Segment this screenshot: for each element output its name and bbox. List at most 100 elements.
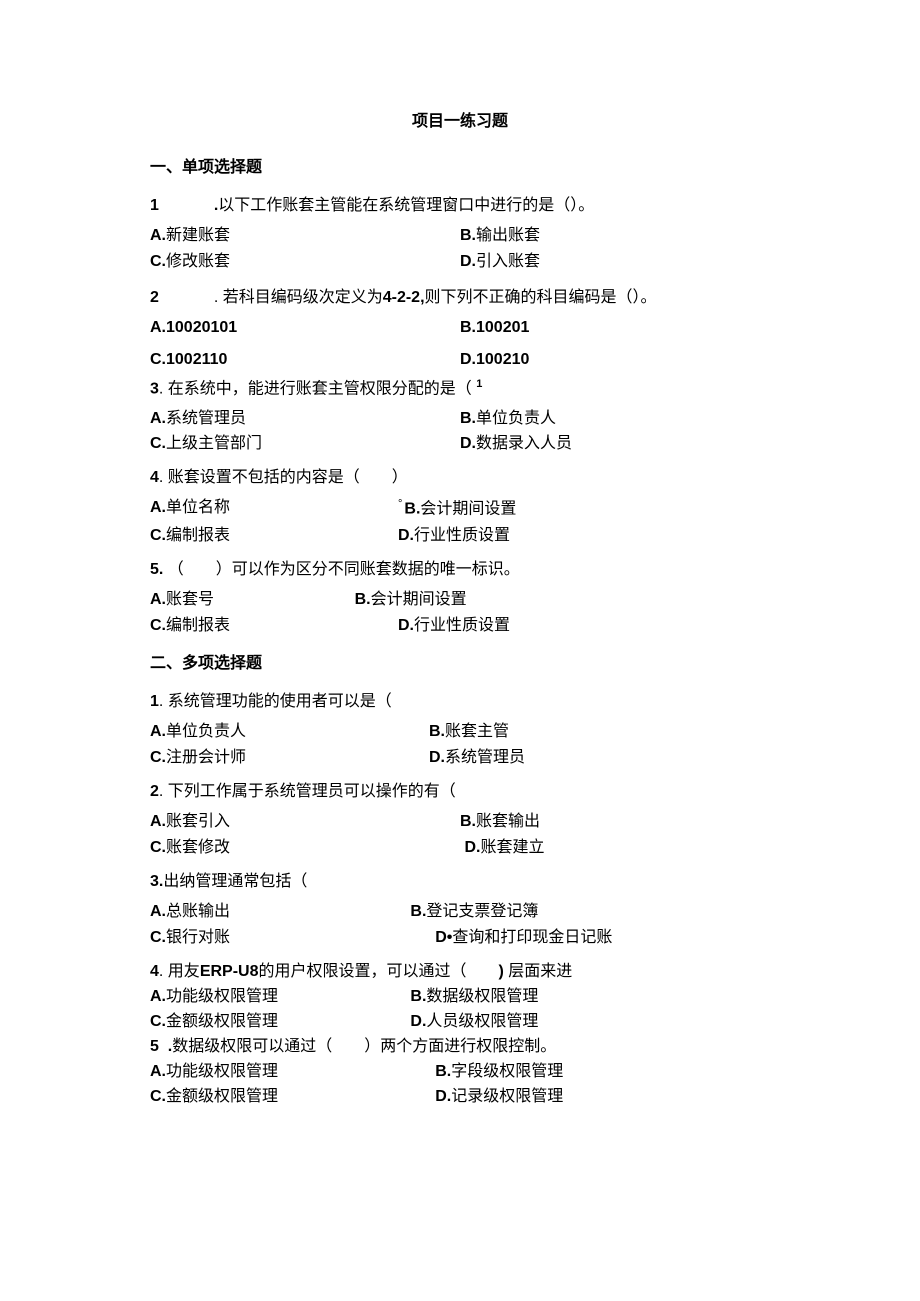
opt-letter: D. bbox=[435, 1088, 451, 1105]
option-b: B.100201 bbox=[460, 316, 770, 340]
opt-text: 银行对账 bbox=[166, 929, 230, 946]
option-row: C.银行对账 D•查询和打印现金日记账 bbox=[150, 926, 770, 950]
s2-q3-text: 3.出纳管理通常包括（ bbox=[150, 870, 770, 894]
option-row: A.系统管理员 B.单位负责人 bbox=[150, 407, 770, 431]
opt-letter: A. bbox=[150, 723, 166, 740]
option-a: A.新建账套 bbox=[150, 224, 460, 248]
opt-text: 引入账套 bbox=[476, 253, 540, 270]
opt-letter: B. bbox=[404, 501, 420, 518]
page: 项目一练习题 一、单项选择题 1 .以下工作账套主管能在系统管理窗口中进行的是（… bbox=[0, 0, 920, 1301]
opt-text: 字段级权限管理 bbox=[451, 1063, 563, 1080]
opt-text: 账套修改 bbox=[166, 839, 230, 856]
page-title: 项目一练习题 bbox=[150, 110, 770, 134]
s2-q4-text: 4. 用友ERP-U8的用户权限设置，可以通过（ ) 层面来进 bbox=[150, 960, 770, 984]
q-body: . 系统管理功能的使用者可以是（ bbox=[159, 693, 392, 710]
opt-text: 金额级权限管理 bbox=[166, 1013, 278, 1030]
q-number: 2 bbox=[150, 783, 159, 800]
opt-letter: D. bbox=[398, 617, 414, 634]
q-body-a: . 用友 bbox=[159, 963, 200, 980]
option-a: A.单位负责人 bbox=[150, 720, 429, 744]
opt-letter: C. bbox=[150, 435, 166, 452]
erp-code: ERP-U8 bbox=[200, 963, 259, 980]
option-d: D.行业性质设置 bbox=[398, 524, 770, 548]
q-body: （ ）可以作为区分不同账套数据的唯一标识。 bbox=[168, 561, 520, 578]
opt-text: 上级主管部门 bbox=[166, 435, 262, 452]
opt-text: 账套建立 bbox=[480, 839, 544, 856]
option-row: A.单位负责人 B.账套主管 bbox=[150, 720, 770, 744]
q-number: 3 bbox=[150, 380, 159, 397]
q-number: 5. bbox=[150, 561, 163, 578]
opt-letter: A. bbox=[150, 227, 166, 244]
option-c: C.账套修改 bbox=[150, 836, 460, 860]
opt-letter: D• bbox=[435, 929, 452, 946]
q-body: . 账套设置不包括的内容是（ ） bbox=[159, 469, 408, 486]
option-b: B.账套主管 bbox=[429, 720, 770, 744]
option-a: A.系统管理员 bbox=[150, 407, 460, 431]
option-row: C.编制报表 D.行业性质设置 bbox=[150, 524, 770, 548]
q-body: 以下工作账套主管能在系统管理窗口中进行的是（）。 bbox=[218, 197, 594, 214]
opt-letter: D. bbox=[398, 527, 414, 544]
s1-q1-text: 1 .以下工作账套主管能在系统管理窗口中进行的是（）。 bbox=[150, 194, 770, 218]
option-a: A.总账输出 bbox=[150, 900, 410, 924]
option-a: A.功能级权限管理 bbox=[150, 985, 410, 1009]
opt-text: 查询和打印现金日记账 bbox=[452, 929, 612, 946]
option-b: B.会计期间设置 bbox=[355, 588, 770, 612]
opt-text: 账套输出 bbox=[476, 813, 540, 830]
q-body-a: . 若科目编码级次定义为 bbox=[214, 289, 383, 306]
option-row: C.修改账套 D.引入账套 bbox=[150, 250, 770, 274]
option-d: D.100210 bbox=[460, 348, 770, 372]
option-row: C.金额级权限管理 D.记录级权限管理 bbox=[150, 1085, 770, 1109]
option-b: B.输出账套 bbox=[460, 224, 770, 248]
opt-letter: C. bbox=[150, 1013, 166, 1030]
opt-letter: B. bbox=[460, 227, 476, 244]
option-a: A.功能级权限管理 bbox=[150, 1060, 435, 1084]
opt-letter: C. bbox=[150, 351, 166, 368]
s1-q5-text: 5. （ ）可以作为区分不同账套数据的唯一标识。 bbox=[150, 558, 770, 582]
option-d: D.记录级权限管理 bbox=[435, 1085, 770, 1109]
q-code: 4-2-2, bbox=[383, 289, 425, 306]
opt-text: 人员级权限管理 bbox=[426, 1013, 538, 1030]
q-body-b: 则下列不正确的科目编码是（）。 bbox=[425, 289, 657, 306]
option-c: C.编制报表 bbox=[150, 614, 398, 638]
opt-letter: B. bbox=[429, 723, 445, 740]
opt-letter: B. bbox=[460, 319, 476, 336]
opt-letter: D. bbox=[460, 351, 476, 368]
opt-text: 账套引入 bbox=[166, 813, 230, 830]
opt-text: 注册会计师 bbox=[166, 749, 246, 766]
option-row: C.注册会计师 D.系统管理员 bbox=[150, 746, 770, 770]
option-b: B.登记支票登记簿 bbox=[410, 900, 770, 924]
option-c: C.金额级权限管理 bbox=[150, 1010, 410, 1034]
opt-letter: A. bbox=[150, 813, 166, 830]
option-row: A.账套引入 B.账套输出 bbox=[150, 810, 770, 834]
option-row: A.总账输出 B.登记支票登记簿 bbox=[150, 900, 770, 924]
opt-text: 单位负责人 bbox=[476, 410, 556, 427]
opt-text: 新建账套 bbox=[166, 227, 230, 244]
option-row: A.账套号 B.会计期间设置 bbox=[150, 588, 770, 612]
q-number: 1 bbox=[150, 197, 159, 214]
option-c: C.修改账套 bbox=[150, 250, 460, 274]
option-b: B.单位负责人 bbox=[460, 407, 770, 431]
opt-letter: D. bbox=[464, 839, 480, 856]
option-d: D.数据录入人员 bbox=[460, 432, 770, 456]
s1-q2-text: 2 . 若科目编码级次定义为4-2-2,则下列不正确的科目编码是（）。 bbox=[150, 286, 770, 310]
opt-text: 单位负责人 bbox=[166, 723, 246, 740]
opt-letter: A. bbox=[150, 903, 166, 920]
opt-letter: A. bbox=[150, 410, 166, 427]
opt-text: 100201 bbox=[476, 319, 529, 336]
opt-text: 输出账套 bbox=[476, 227, 540, 244]
option-d: D.引入账套 bbox=[460, 250, 770, 274]
option-d: D.人员级权限管理 bbox=[410, 1010, 770, 1034]
option-d: D.账套建立 bbox=[460, 836, 770, 860]
q-number: 5 bbox=[150, 1038, 159, 1055]
q-number: 2 bbox=[150, 289, 159, 306]
opt-letter: A. bbox=[150, 988, 166, 1005]
opt-text: 金额级权限管理 bbox=[166, 1088, 278, 1105]
opt-letter: C. bbox=[150, 253, 166, 270]
opt-letter: B. bbox=[460, 813, 476, 830]
opt-letter: C. bbox=[150, 749, 166, 766]
option-c: C.金额级权限管理 bbox=[150, 1085, 435, 1109]
option-row: A.10020101 B.100201 bbox=[150, 316, 770, 340]
option-row: C.1002110 D.100210 bbox=[150, 348, 770, 372]
opt-letter: C. bbox=[150, 617, 166, 634]
option-b: B.字段级权限管理 bbox=[435, 1060, 770, 1084]
